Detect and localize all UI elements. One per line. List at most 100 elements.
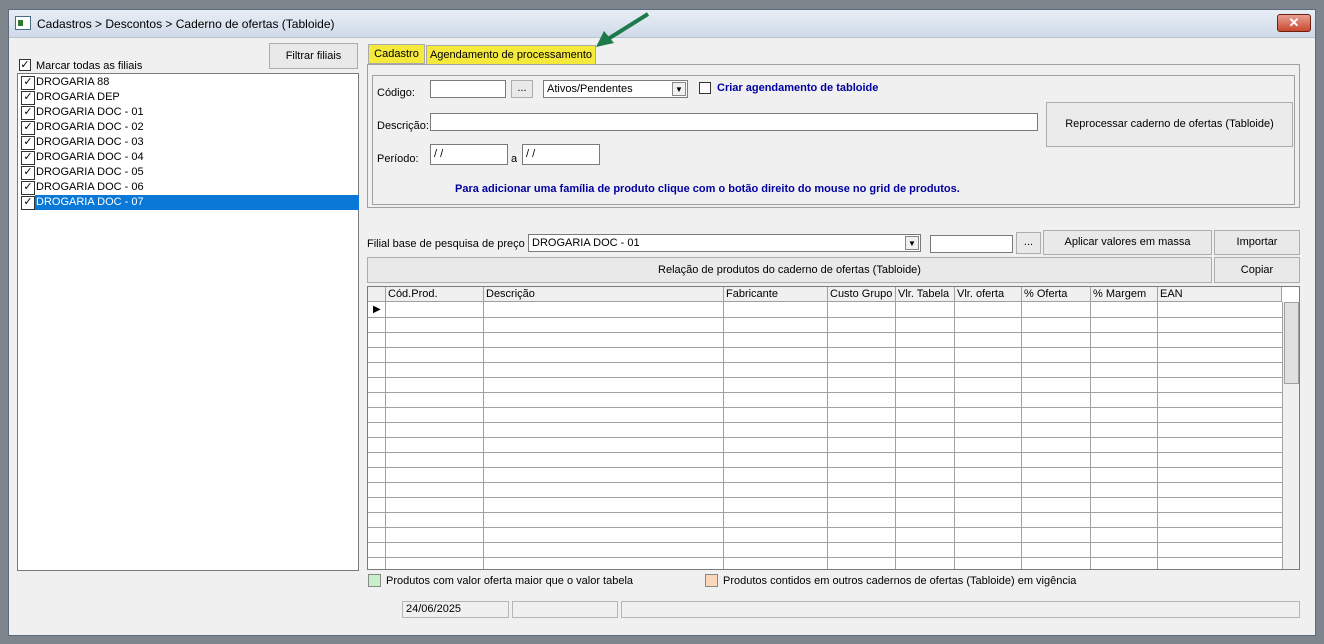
codigo-input[interactable] xyxy=(430,80,506,98)
grid-column-header[interactable]: Custo Grupo xyxy=(828,287,896,302)
periodo-end-input[interactable]: / / xyxy=(522,144,600,165)
filial-list-item[interactable]: ✓ DROGARIA DOC - 01 xyxy=(19,105,358,120)
legend-green-label: Produtos com valor oferta maior que o va… xyxy=(386,575,634,587)
filial-list-item[interactable]: ✓ DROGARIA DOC - 04 xyxy=(19,150,358,165)
grid-scrollbar-thumb[interactable] xyxy=(1284,302,1299,384)
filial-label: DROGARIA DOC - 04 xyxy=(36,151,144,163)
grid-row-divider xyxy=(368,437,1282,438)
grid-row-divider xyxy=(368,422,1282,423)
chevron-down-icon[interactable]: ▼ xyxy=(905,236,919,250)
grid-row-divider xyxy=(368,452,1282,453)
codigo-lookup-button[interactable]: ... xyxy=(511,80,533,98)
filial-base-select[interactable]: DROGARIA DOC - 01 ▼ xyxy=(528,234,921,252)
grid-column-header[interactable]: Descrição xyxy=(484,287,724,302)
grid-column-header[interactable]: Vlr. oferta xyxy=(955,287,1022,302)
app-icon xyxy=(15,16,31,30)
grid-column-header[interactable]: Vlr. Tabela xyxy=(896,287,955,302)
descricao-label: Descrição: xyxy=(377,120,429,132)
filial-list-item[interactable]: ✓ DROGARIA DOC - 06 xyxy=(19,180,358,195)
criar-agendamento-checkbox[interactable] xyxy=(699,82,711,94)
grid-column-header[interactable]: % Margem xyxy=(1091,287,1158,302)
filial-list-item[interactable]: ✓ DROGARIA DEP xyxy=(19,90,358,105)
select-all-row[interactable]: ✓ Marcar todas as filiais xyxy=(18,59,268,73)
filial-label: DROGARIA DOC - 02 xyxy=(36,121,144,133)
filial-list-item[interactable]: ✓ DROGARIA DOC - 03 xyxy=(19,135,358,150)
grid-row-divider xyxy=(368,542,1282,543)
grid-column-divider xyxy=(723,302,724,569)
grid-column-header[interactable] xyxy=(368,287,386,302)
grid-row-divider xyxy=(368,497,1282,498)
grid-row-divider xyxy=(368,392,1282,393)
grid-hint-text: Para adicionar uma família de produto cl… xyxy=(455,183,960,195)
grid-column-divider xyxy=(954,302,955,569)
filial-list-item[interactable]: ✓ DROGARIA DOC - 07 xyxy=(19,195,359,210)
grid-row-divider xyxy=(368,512,1282,513)
reprocessar-button[interactable]: Reprocessar caderno de ofertas (Tabloide… xyxy=(1046,102,1293,147)
grid-row-divider xyxy=(368,557,1282,558)
grid-column-divider xyxy=(1090,302,1091,569)
filial-label: DROGARIA DOC - 03 xyxy=(36,136,144,148)
importar-button[interactable]: Importar xyxy=(1214,230,1300,255)
tab-cadastro[interactable]: Cadastro xyxy=(368,44,425,64)
grid-column-header[interactable]: EAN xyxy=(1158,287,1282,302)
tab-agendamento-processamento[interactable]: Agendamento de processamento xyxy=(426,45,596,65)
close-button[interactable]: ✕ xyxy=(1277,14,1311,32)
grid-row-divider xyxy=(368,467,1282,468)
relacao-produtos-button[interactable]: Relação de produtos do caderno de oferta… xyxy=(367,257,1212,283)
descricao-input[interactable] xyxy=(430,113,1038,131)
grid-row-divider xyxy=(368,317,1282,318)
grid-scrollbar[interactable] xyxy=(1282,302,1299,569)
grid-column-divider xyxy=(483,302,484,569)
criar-agendamento-label[interactable]: Criar agendamento de tabloide xyxy=(717,82,878,94)
filial-base-value: DROGARIA DOC - 01 xyxy=(532,237,640,249)
grid-column-divider xyxy=(1021,302,1022,569)
filial-list-item[interactable]: ✓ DROGARIA DOC - 05 xyxy=(19,165,358,180)
codigo-label: Código: xyxy=(377,87,415,99)
annotation-arrow-icon xyxy=(596,12,650,47)
filial-checkbox[interactable]: ✓ xyxy=(21,166,35,180)
grid-row-divider xyxy=(368,362,1282,363)
filial-checkbox[interactable]: ✓ xyxy=(21,106,35,120)
periodo-start-input[interactable]: / / xyxy=(430,144,508,165)
chevron-down-icon[interactable]: ▼ xyxy=(672,82,686,96)
filial-label: DROGARIA DOC - 06 xyxy=(36,181,144,193)
filial-label: DROGARIA DOC - 07 xyxy=(35,195,359,210)
periodo-separator: a xyxy=(511,153,518,165)
grid-column-divider xyxy=(895,302,896,569)
filiais-list[interactable]: ✓ DROGARIA 88 ✓ DROGARIA DEP ✓ DROGARIA DOC -… xyxy=(17,73,359,571)
filial-base-lookup-button[interactable]: ... xyxy=(1016,232,1041,254)
grid-row-divider xyxy=(368,377,1282,378)
grid-column-header[interactable]: Cód.Prod. xyxy=(386,287,484,302)
current-row-indicator-icon: ▶ xyxy=(373,304,381,315)
status-cell-3 xyxy=(621,601,1300,618)
filial-base-label: Filial base de pesquisa de preço xyxy=(367,238,525,250)
filial-checkbox[interactable]: ✓ xyxy=(21,136,35,150)
filial-base-extra-input[interactable] xyxy=(930,235,1013,253)
status-cell-2 xyxy=(512,601,618,618)
filial-checkbox[interactable]: ✓ xyxy=(21,181,35,195)
grid-column-header[interactable]: Fabricante xyxy=(724,287,828,302)
filial-checkbox[interactable]: ✓ xyxy=(21,91,35,105)
filial-label: DROGARIA DOC - 01 xyxy=(36,106,144,118)
main-window: Cadastros > Descontos > Caderno de ofert… xyxy=(8,9,1316,636)
legend-orange-label: Produtos contidos em outros cadernos de … xyxy=(723,575,1077,587)
window-title: Cadastros > Descontos > Caderno de ofert… xyxy=(37,17,335,31)
select-all-checkbox[interactable]: ✓ xyxy=(19,59,31,71)
aplicar-valores-button[interactable]: Aplicar valores em massa xyxy=(1043,230,1212,255)
produtos-grid[interactable]: Cód.Prod. Descrição Fabricante Custo Grupo V… xyxy=(367,286,1300,570)
filial-checkbox[interactable]: ✓ xyxy=(21,76,35,90)
periodo-label: Período: xyxy=(377,153,419,165)
grid-row-divider xyxy=(368,332,1282,333)
filial-label: DROGARIA DEP xyxy=(36,91,120,103)
filial-list-item[interactable]: ✓ DROGARIA DOC - 02 xyxy=(19,120,358,135)
filial-checkbox[interactable]: ✓ xyxy=(21,121,35,135)
filial-checkbox[interactable]: ✓ xyxy=(21,196,35,210)
copiar-button[interactable]: Copiar xyxy=(1214,257,1300,283)
grid-column-divider xyxy=(827,302,828,569)
grid-column-header[interactable]: % Oferta xyxy=(1022,287,1091,302)
filial-list-item[interactable]: ✓ DROGARIA 88 xyxy=(19,75,358,90)
filial-checkbox[interactable]: ✓ xyxy=(21,151,35,165)
filter-filiais-button[interactable]: Filtrar filiais xyxy=(269,43,358,69)
status-select[interactable]: Ativos/Pendentes ▼ xyxy=(543,80,688,98)
select-all-label: Marcar todas as filiais xyxy=(36,60,143,72)
